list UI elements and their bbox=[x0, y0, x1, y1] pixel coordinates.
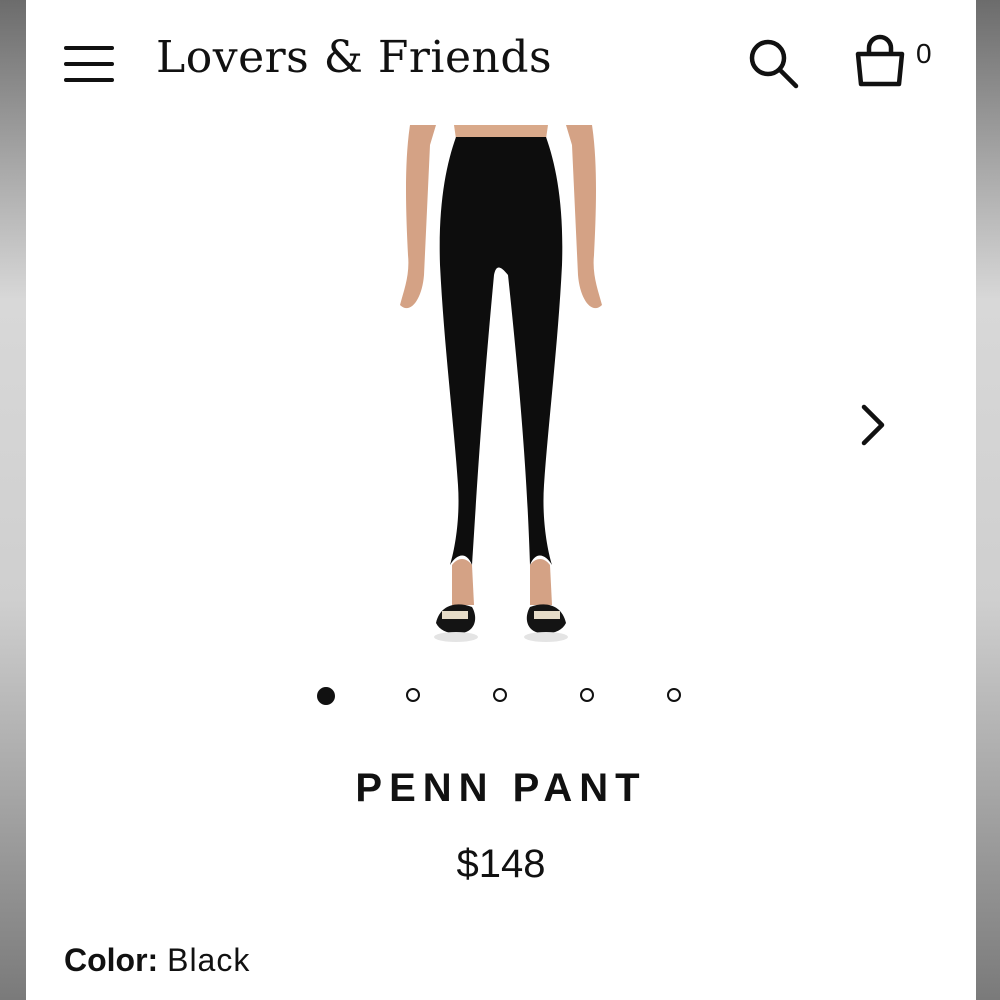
menu-line bbox=[64, 78, 114, 82]
color-label: Color: bbox=[64, 942, 168, 978]
device-frame: Lovers & Friends 0 PENN PANT $148 Color:… bbox=[0, 0, 1000, 1000]
cart-count-badge: 0 bbox=[916, 38, 932, 69]
pagination-dot-3[interactable] bbox=[493, 688, 507, 702]
product-image[interactable] bbox=[396, 125, 606, 650]
cart-button[interactable] bbox=[852, 34, 908, 90]
menu-button[interactable] bbox=[64, 44, 116, 84]
menu-line bbox=[64, 46, 114, 50]
pagination-dot-4[interactable] bbox=[580, 688, 594, 702]
gallery-pagination bbox=[26, 684, 976, 712]
search-button[interactable] bbox=[746, 36, 802, 92]
brand-logo[interactable]: Lovers & Friends bbox=[156, 32, 552, 83]
product-gallery bbox=[26, 125, 976, 655]
product-price: $148 bbox=[456, 842, 546, 886]
pagination-dot-2[interactable] bbox=[406, 688, 420, 702]
product-title: PENN PANT bbox=[355, 766, 647, 810]
search-icon bbox=[749, 39, 799, 89]
app-screen: Lovers & Friends 0 PENN PANT $148 Color:… bbox=[26, 0, 976, 1000]
chevron-right-icon bbox=[861, 404, 885, 446]
top-header: Lovers & Friends 0 bbox=[26, 0, 976, 125]
menu-line bbox=[64, 62, 114, 66]
pagination-dot-5[interactable] bbox=[667, 688, 681, 702]
color-selector: Color: Black bbox=[64, 942, 250, 979]
color-value: Black bbox=[167, 942, 251, 978]
pagination-dot-1[interactable] bbox=[317, 687, 335, 705]
next-image-button[interactable] bbox=[854, 401, 894, 449]
shopping-bag-icon bbox=[855, 34, 905, 87]
